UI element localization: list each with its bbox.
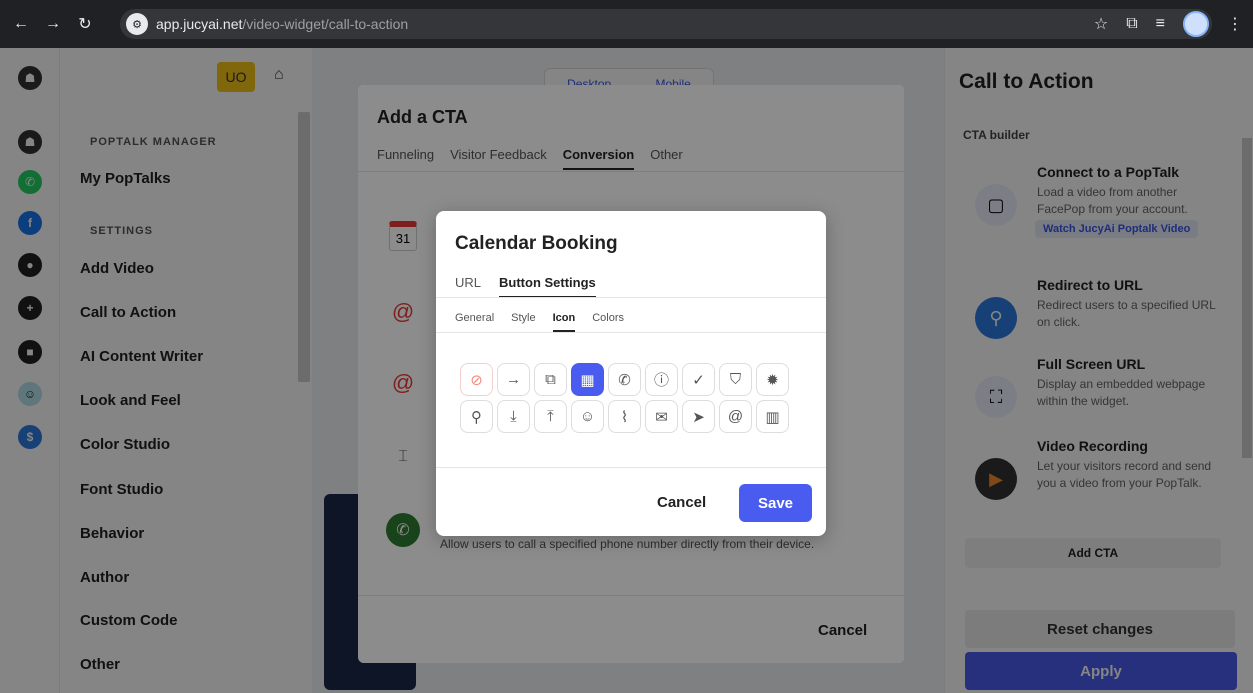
subtab-general[interactable]: General: [455, 312, 494, 332]
info-icon[interactable]: ⓘ: [645, 363, 678, 396]
none-icon[interactable]: ⊘: [460, 363, 493, 396]
footer-divider: [436, 467, 826, 468]
mail-icon[interactable]: ✉: [645, 400, 678, 433]
paperclip-icon[interactable]: ⌇: [608, 400, 641, 433]
icon-picker: ⊘ → ⧉ ▦ ✆ ⓘ ✓ ⛉ ✹ ⚲ ⤓ ⤒ ☺ ⌇ ✉ ➤ @ ▥: [460, 363, 800, 437]
extensions-icon[interactable]: ⧉: [1126, 15, 1137, 33]
bookmark-star-icon[interactable]: ☆: [1094, 14, 1108, 34]
profile-avatar[interactable]: [1183, 11, 1209, 37]
search-icon[interactable]: ⚲: [460, 400, 493, 433]
send-icon[interactable]: ➤: [682, 400, 715, 433]
back-icon[interactable]: ←: [10, 13, 32, 35]
external-link-icon[interactable]: ⧉: [534, 363, 567, 396]
settings-subtabs: General Style Icon Colors: [455, 312, 624, 332]
calendar-booking-dialog: Calendar Booking URL Button Settings Gen…: [436, 211, 826, 536]
calendar-icon[interactable]: ▦: [571, 363, 604, 396]
smile-icon[interactable]: ☺: [571, 400, 604, 433]
subtab-icon[interactable]: Icon: [552, 312, 576, 332]
dialog-title: Calendar Booking: [455, 233, 618, 254]
menu-dots-icon[interactable]: ⋮: [1227, 14, 1243, 34]
save-button[interactable]: Save: [739, 484, 812, 522]
shield-check-icon[interactable]: ⛉: [719, 363, 752, 396]
reload-icon[interactable]: ↻: [74, 13, 96, 35]
forward-icon[interactable]: →: [42, 13, 64, 35]
at-icon[interactable]: @: [719, 400, 752, 433]
arrow-right-icon[interactable]: →: [497, 363, 530, 396]
upload-icon[interactable]: ⤒: [534, 400, 567, 433]
subtab-divider: [436, 332, 826, 333]
dialog-tabs: URL Button Settings: [455, 275, 596, 298]
tab-url[interactable]: URL: [455, 275, 481, 298]
tab-divider: [436, 297, 826, 298]
media-control-icon[interactable]: ≡: [1156, 15, 1165, 33]
check-icon[interactable]: ✓: [682, 363, 715, 396]
url-text[interactable]: app.jucyai.net/video-widget/call-to-acti…: [156, 16, 408, 32]
verified-badge-icon[interactable]: ✹: [756, 363, 789, 396]
site-info-icon[interactable]: ⚙: [126, 13, 148, 35]
address-bar[interactable]: ⚙ app.jucyai.net/video-widget/call-to-ac…: [120, 9, 1212, 39]
phone-icon[interactable]: ✆: [608, 363, 641, 396]
browser-toolbar: ← → ↻ ⚙ app.jucyai.net/video-widget/call…: [0, 0, 1253, 48]
download-icon[interactable]: ⤓: [497, 400, 530, 433]
cancel-button[interactable]: Cancel: [657, 494, 706, 511]
book-icon[interactable]: ▥: [756, 400, 789, 433]
subtab-colors[interactable]: Colors: [592, 312, 624, 332]
tab-button-settings[interactable]: Button Settings: [499, 275, 596, 298]
subtab-style[interactable]: Style: [511, 312, 535, 332]
